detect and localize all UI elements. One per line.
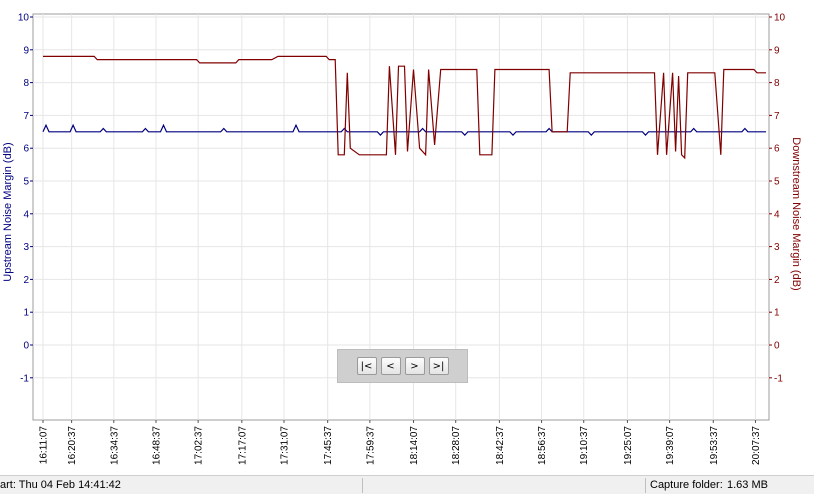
status-capture-folder-label: Capture folder: (650, 479, 723, 491)
y-left-tick-label: 6 (23, 144, 29, 155)
x-tick-label: 16:48:37 (151, 426, 162, 465)
x-tick-label: 19:10:37 (579, 426, 590, 465)
x-tick-label: 16:20:37 (67, 426, 78, 465)
y-left-tick-label: -1 (20, 373, 29, 384)
x-tick-label: 19:39:07 (665, 426, 676, 465)
previous-page-button[interactable]: < (380, 357, 401, 375)
y-right-tick-label: 5 (774, 177, 780, 188)
x-tick-label: 17:02:37 (194, 426, 205, 465)
noise-margin-chart: 10 109 98 87 76 65 54 43 32 21 10 0-1 -116:11:07 16:2… (2, 13, 802, 465)
status-bar: art: Thu 04 Feb 14:41:42 Capture folder:… (0, 475, 814, 494)
status-divider (362, 478, 363, 493)
y-right-tick-label: 10 (774, 13, 786, 24)
y-right-tick-label: 2 (774, 275, 780, 286)
y-left-tick-label: 9 (23, 45, 29, 56)
status-start-time: art: Thu 04 Feb 14:41:42 (0, 479, 121, 491)
y-left-tick-label: 2 (23, 275, 29, 286)
x-tick-label: 18:14:07 (409, 426, 420, 465)
x-tick-label: 16:34:37 (109, 426, 120, 465)
y-right-tick-label: 3 (774, 242, 780, 253)
navigation-panel: |< < > >| (337, 349, 468, 383)
y-right-tick-label: 9 (774, 45, 780, 56)
status-capture-size: 1.63 MB (727, 479, 768, 491)
y-left-tick-label: 4 (23, 209, 29, 220)
next-page-button[interactable]: > (404, 357, 425, 375)
status-divider (645, 478, 646, 493)
x-tick-label: 17:17:07 (237, 426, 248, 465)
y-right-tick-label: -1 (774, 373, 783, 384)
y-axis-right-title: Downstream Noise Margin (dB) (790, 137, 802, 290)
y-left-tick-label: 1 (23, 308, 29, 319)
y-right-tick-label: 6 (774, 144, 780, 155)
x-tick-label: 17:45:37 (323, 426, 334, 465)
x-tick-label: 18:28:07 (451, 426, 462, 465)
y-left-tick-label: 10 (18, 13, 30, 24)
x-tick-label: 16:11:07 (39, 426, 50, 465)
y-left-tick-label: 7 (23, 111, 29, 122)
y-right-tick-label: 7 (774, 111, 780, 122)
y-axis-left-title: Upstream Noise Margin (dB) (2, 142, 14, 281)
x-tick-label: 17:31:07 (280, 426, 291, 465)
y-right-tick-label: 4 (774, 209, 780, 220)
y-left-tick-label: 5 (23, 177, 29, 188)
x-tick-label: 19:53:37 (709, 426, 720, 465)
y-left-tick-label: 0 (23, 341, 29, 352)
x-tick-label: 17:59:37 (365, 426, 376, 465)
y-left-tick-label: 8 (23, 78, 29, 89)
y-right-tick-label: 1 (774, 308, 780, 319)
x-tick-label: 18:56:37 (537, 426, 548, 465)
first-page-button[interactable]: |< (356, 357, 377, 375)
last-page-button[interactable]: >| (428, 357, 449, 375)
x-tick-label: 20:07:37 (751, 426, 762, 465)
x-tick-label: 18:42:37 (495, 426, 506, 465)
y-left-tick-label: 3 (23, 242, 29, 253)
x-tick-label: 19:25:07 (623, 426, 634, 465)
y-right-tick-label: 0 (774, 341, 780, 352)
y-right-tick-label: 8 (774, 78, 780, 89)
